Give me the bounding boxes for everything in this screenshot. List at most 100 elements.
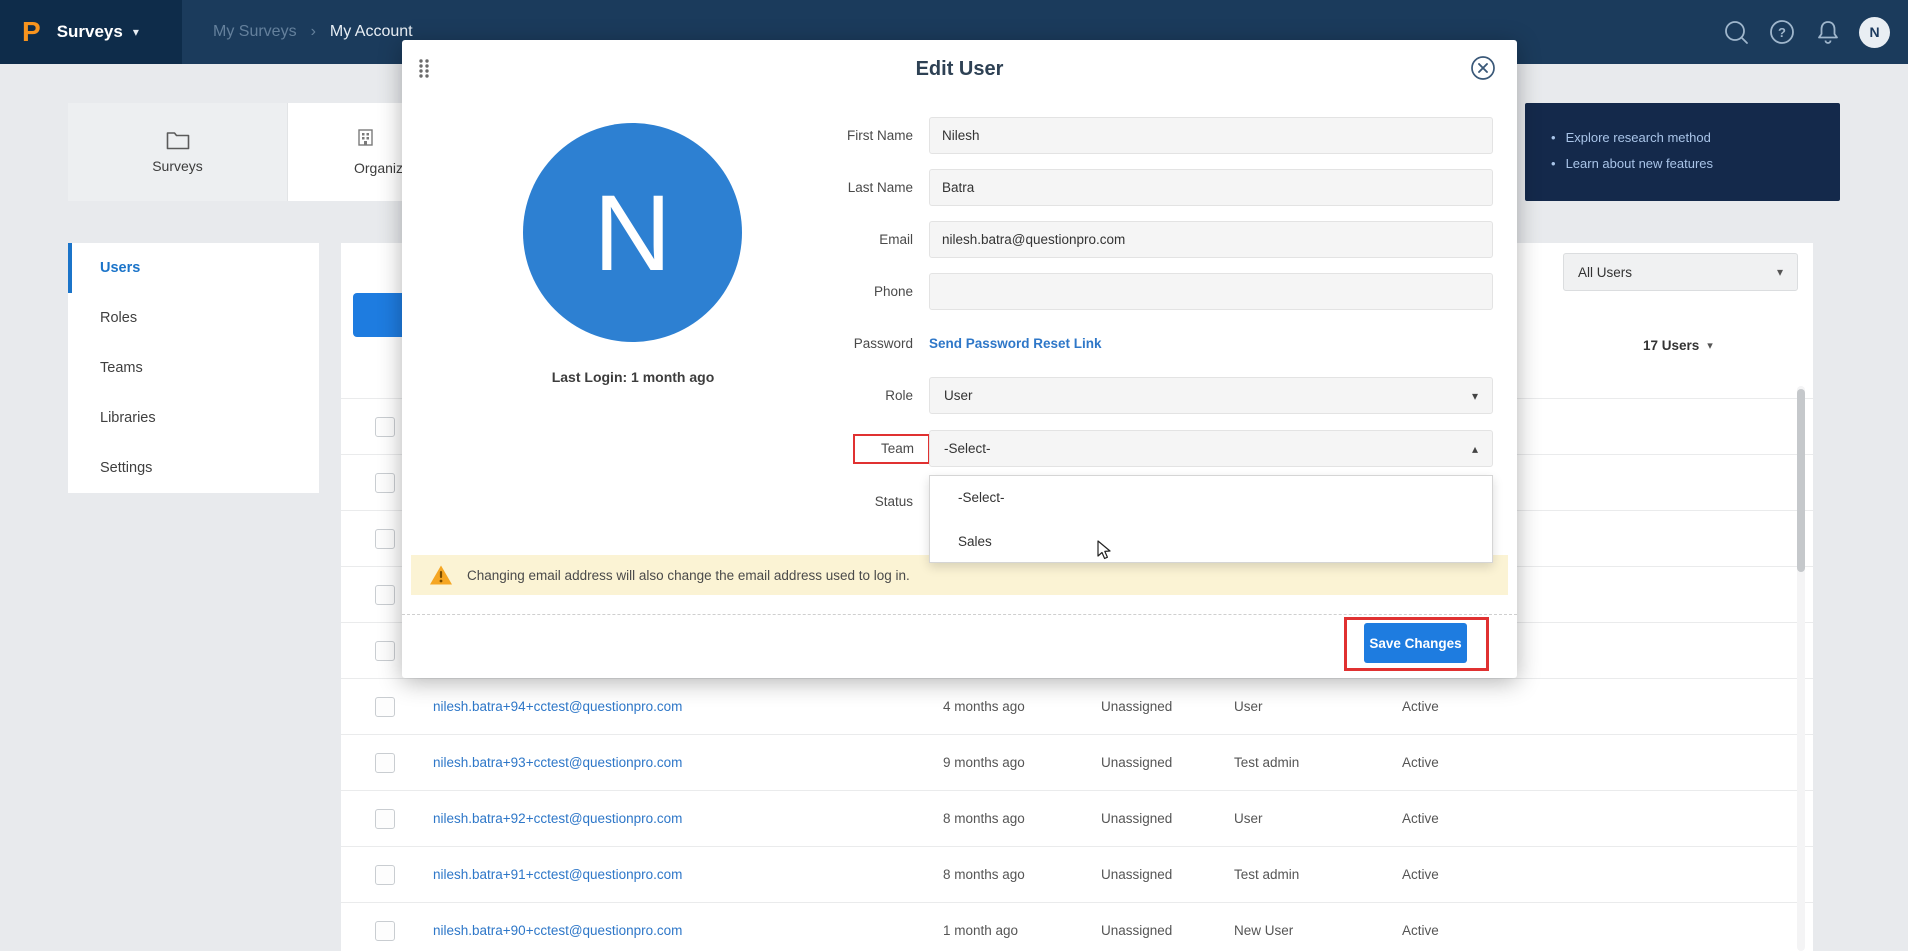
field-label-first-name: First Name: [702, 117, 913, 154]
team-option-select[interactable]: -Select-: [930, 476, 1492, 520]
app-root: P Surveys ▾ My Surveys › My Account ? N: [0, 0, 1908, 951]
product-menu-label: Surveys: [57, 22, 123, 42]
chevron-down-icon: ▾: [1472, 389, 1478, 403]
promo-link-research[interactable]: • Explore research method: [1551, 125, 1840, 151]
help-icon[interactable]: ?: [1767, 17, 1797, 47]
role-select[interactable]: User ▾: [929, 377, 1493, 414]
mouse-cursor-icon: [1096, 540, 1114, 560]
row-checkbox[interactable]: [375, 585, 395, 605]
user-email-link[interactable]: nilesh.batra+93+cctest@questionpro.com: [433, 735, 682, 791]
team-cell: Unassigned: [1101, 679, 1172, 735]
breadcrumb-my-surveys[interactable]: My Surveys: [213, 23, 297, 41]
last-login-cell: 4 months ago: [943, 679, 1025, 735]
send-password-reset-link[interactable]: Send Password Reset Link: [929, 325, 1102, 362]
field-label-team-annotated: Team: [853, 434, 930, 464]
chevron-down-icon: ▾: [1707, 339, 1713, 352]
breadcrumb-my-account: My Account: [330, 23, 413, 41]
user-filter-select[interactable]: All Users ▾: [1563, 253, 1798, 291]
last-login-cell: 8 months ago: [943, 847, 1025, 903]
team-cell: Unassigned: [1101, 735, 1172, 791]
role-cell: Test admin: [1234, 735, 1299, 791]
sidebar-item-roles[interactable]: Roles: [68, 293, 319, 343]
bullet-icon: •: [1551, 151, 1556, 177]
sidebar-item-teams[interactable]: Teams: [68, 343, 319, 393]
email-input[interactable]: [929, 221, 1493, 258]
user-filter-value: All Users: [1578, 265, 1632, 280]
team-dropdown-panel: -Select- Sales: [929, 475, 1493, 563]
table-row: nilesh.batra+92+cctest@questionpro.com 8…: [341, 790, 1813, 846]
promo-link-label: Explore research method: [1566, 125, 1711, 151]
search-icon[interactable]: [1721, 17, 1751, 47]
phone-input[interactable]: [929, 273, 1493, 310]
promo-panel: • Explore research method • Learn about …: [1525, 103, 1840, 201]
field-label-role: Role: [702, 377, 913, 414]
save-changes-button[interactable]: Save Changes: [1364, 623, 1467, 663]
role-cell: User: [1234, 679, 1263, 735]
last-login-cell: 9 months ago: [943, 735, 1025, 791]
account-avatar[interactable]: N: [1859, 17, 1890, 48]
role-select-value: User: [944, 388, 973, 403]
modal-title: Edit User: [402, 58, 1517, 81]
role-cell: User: [1234, 791, 1263, 847]
user-email-link[interactable]: nilesh.batra+94+cctest@questionpro.com: [433, 679, 682, 735]
notifications-bell-icon[interactable]: [1813, 17, 1843, 47]
chevron-up-icon: ▴: [1472, 442, 1478, 456]
row-checkbox[interactable]: [375, 417, 395, 437]
settings-sidebar: Users Roles Teams Libraries Settings: [68, 243, 319, 493]
table-row: nilesh.batra+90+cctest@questionpro.com 1…: [341, 902, 1813, 951]
row-checkbox[interactable]: [375, 753, 395, 773]
role-cell: Test admin: [1234, 847, 1299, 903]
team-cell: Unassigned: [1101, 847, 1172, 903]
sidebar-item-users[interactable]: Users: [68, 243, 319, 293]
row-checkbox[interactable]: [375, 641, 395, 661]
footer-divider: [402, 614, 1517, 615]
status-cell: Active: [1402, 903, 1439, 951]
team-cell: Unassigned: [1101, 903, 1172, 951]
team-select-value: -Select-: [944, 441, 991, 456]
last-login-cell: 8 months ago: [943, 791, 1025, 847]
row-checkbox[interactable]: [375, 473, 395, 493]
promo-link-features[interactable]: • Learn about new features: [1551, 151, 1840, 177]
field-label-password: Password: [702, 325, 913, 362]
folder-icon: [166, 130, 190, 150]
scrollbar-thumb[interactable]: [1797, 389, 1805, 572]
tab-surveys[interactable]: Surveys: [68, 103, 288, 201]
bullet-icon: •: [1551, 125, 1556, 151]
user-email-link[interactable]: nilesh.batra+92+cctest@questionpro.com: [433, 791, 682, 847]
field-label-last-name: Last Name: [702, 169, 913, 206]
breadcrumb: My Surveys › My Account: [213, 0, 413, 64]
role-cell: New User: [1234, 903, 1293, 951]
last-name-input[interactable]: [929, 169, 1493, 206]
edit-user-modal: Edit User N Last Login: 1 month ago Firs…: [402, 40, 1517, 678]
row-checkbox[interactable]: [375, 865, 395, 885]
warning-icon: [429, 564, 453, 586]
first-name-input[interactable]: [929, 117, 1493, 154]
last-login-cell: 1 month ago: [943, 903, 1018, 951]
sidebar-item-settings[interactable]: Settings: [68, 443, 319, 493]
table-row: nilesh.batra+91+cctest@questionpro.com 8…: [341, 846, 1813, 902]
status-cell: Active: [1402, 847, 1439, 903]
status-cell: Active: [1402, 735, 1439, 791]
user-email-link[interactable]: nilesh.batra+90+cctest@questionpro.com: [433, 903, 682, 951]
field-label-phone: Phone: [702, 273, 913, 310]
team-option-sales[interactable]: Sales: [930, 520, 1492, 564]
row-checkbox[interactable]: [375, 697, 395, 717]
row-checkbox[interactable]: [375, 809, 395, 829]
user-email-link[interactable]: nilesh.batra+91+cctest@questionpro.com: [433, 847, 682, 903]
table-scrollbar: [1797, 386, 1805, 951]
status-cell: Active: [1402, 679, 1439, 735]
breadcrumb-separator-icon: ›: [311, 23, 316, 41]
table-row: nilesh.batra+94+cctest@questionpro.com 4…: [341, 678, 1813, 734]
users-count-dropdown[interactable]: 17 Users ▾: [1643, 331, 1713, 359]
product-menu[interactable]: P Surveys ▾: [0, 0, 182, 64]
row-checkbox[interactable]: [375, 529, 395, 549]
team-select[interactable]: -Select- ▴: [929, 430, 1493, 467]
organization-icon: [356, 128, 375, 147]
row-checkbox[interactable]: [375, 921, 395, 941]
promo-link-label: Learn about new features: [1566, 151, 1713, 177]
close-icon[interactable]: [1470, 55, 1496, 81]
sidebar-item-libraries[interactable]: Libraries: [68, 393, 319, 443]
status-cell: Active: [1402, 791, 1439, 847]
svg-text:?: ?: [1778, 25, 1786, 40]
navbar-actions: ? N: [1721, 0, 1890, 64]
